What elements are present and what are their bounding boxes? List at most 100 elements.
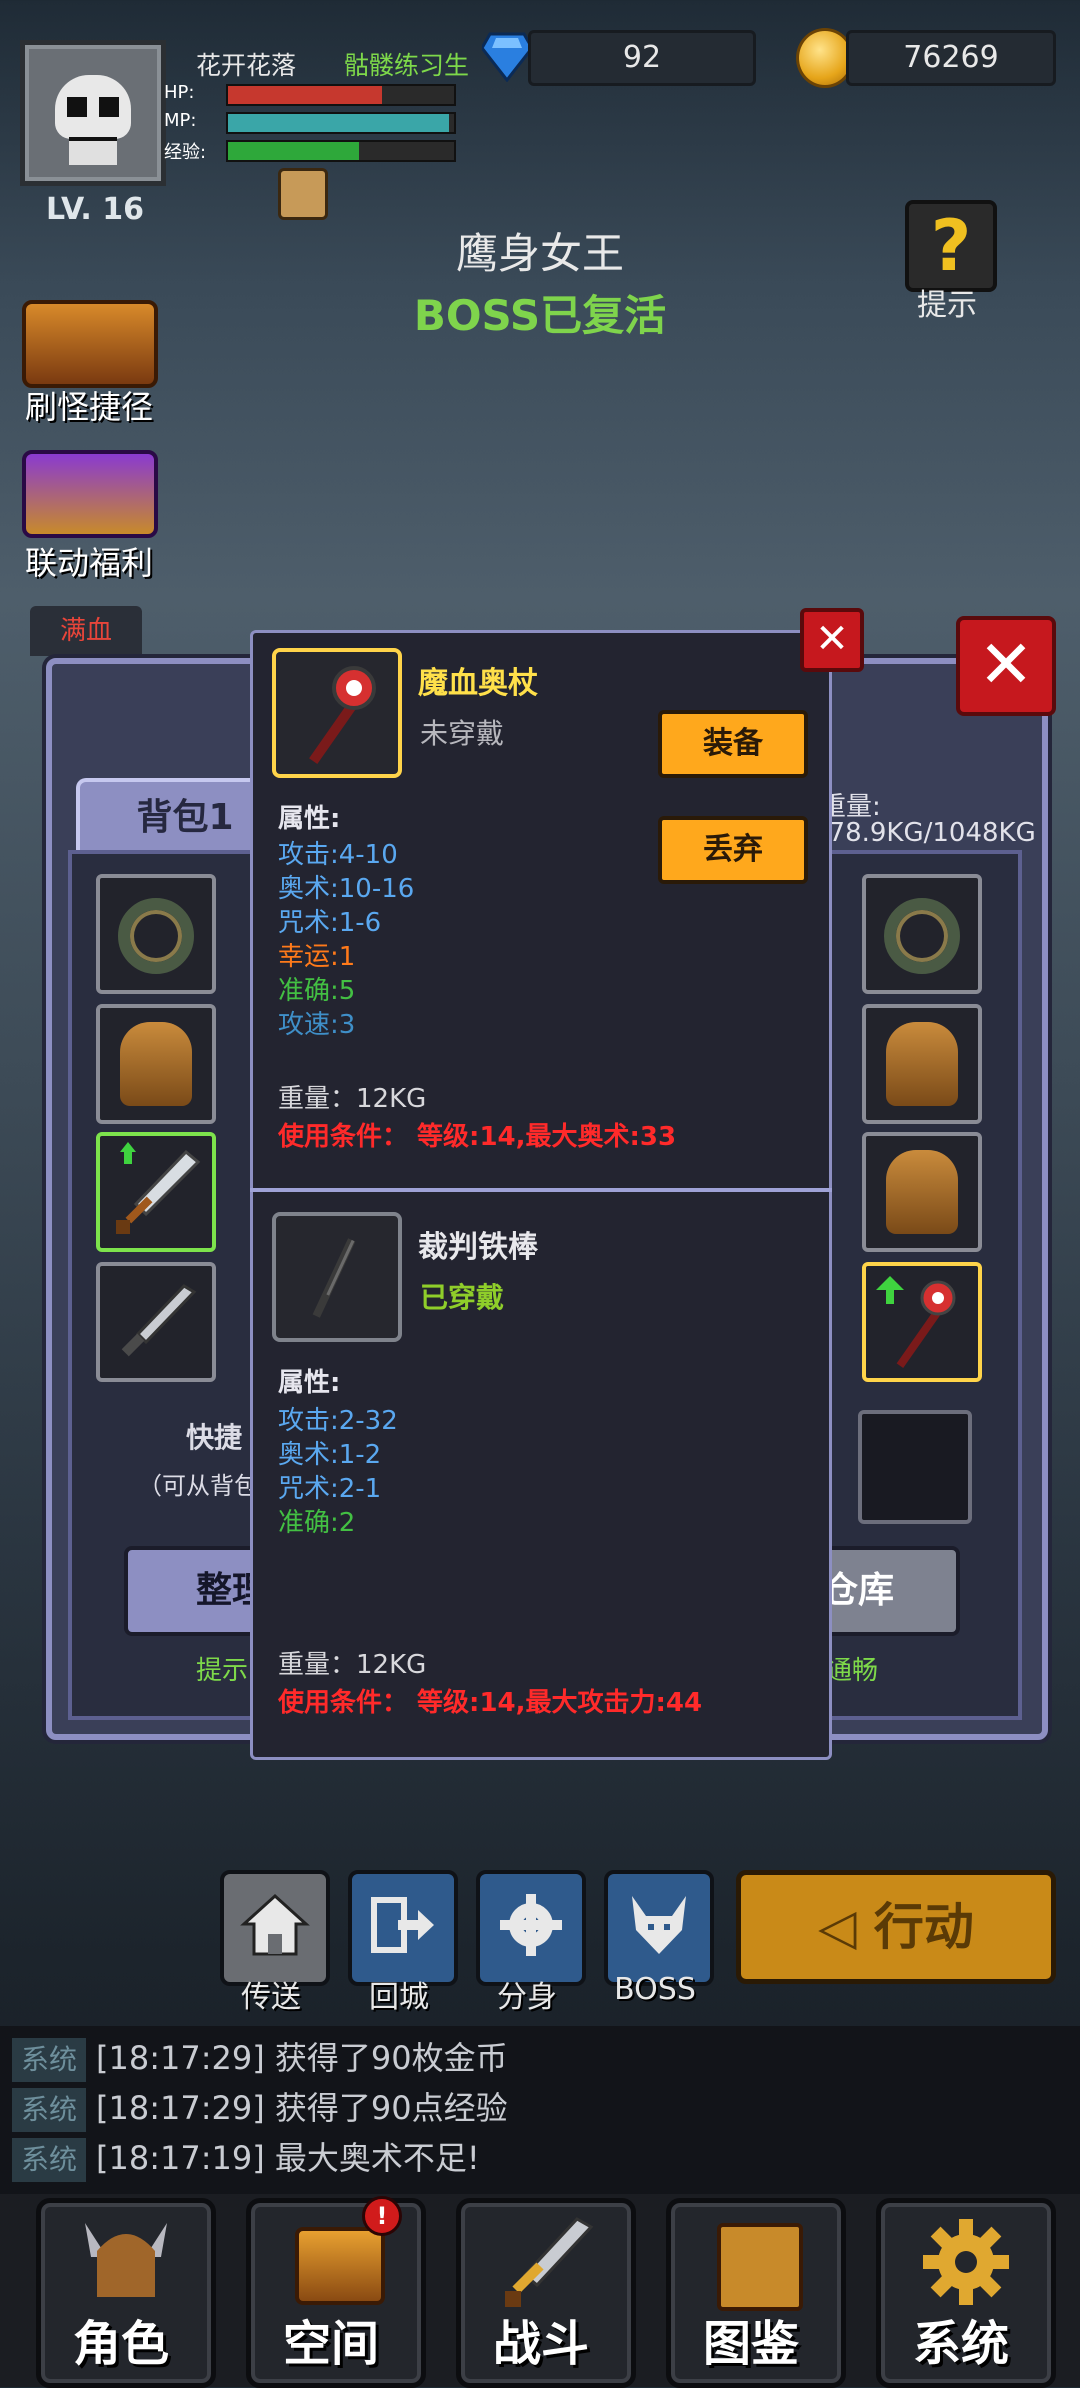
item1-attr: 攻击:4-10 (278, 840, 398, 870)
popup-close-button[interactable]: ✕ (800, 608, 864, 672)
question-icon: ? (930, 205, 972, 287)
bag-slot-sword[interactable] (96, 1132, 216, 1252)
gold-count: 76269 (846, 30, 1056, 86)
mp-label: MP: (164, 110, 197, 131)
item2-attr: 攻击:2-32 (278, 1406, 398, 1436)
item-icon-staff (272, 648, 402, 778)
bag-slot-helmet-2[interactable] (862, 1004, 982, 1124)
storage-button[interactable]: 仓库 (818, 1546, 960, 1636)
demon-head-icon (632, 1896, 686, 1954)
quick-slot-empty[interactable] (858, 1410, 972, 1524)
hint-button[interactable]: ? (905, 200, 997, 292)
boss-name: 鹰身女王 (455, 229, 624, 278)
item2-name: 裁判铁棒 (418, 1230, 538, 1265)
gear-icon (923, 2219, 1009, 2305)
weight-value: 478.9KG/1048KG (812, 818, 1036, 848)
quick-sub-label: （可从背包 (138, 1472, 258, 1500)
log-message: [18:17:19] 最大奥术不足! (96, 2139, 480, 2177)
gem-count: 92 (528, 30, 756, 86)
log-row: 系统 [18:17:29] 获得了90枚金币 (12, 2036, 508, 2082)
log-tag: 系统 (12, 2138, 86, 2182)
gear-icon (500, 1894, 562, 1956)
book-icon (717, 2223, 803, 2311)
treasure-chest-icon[interactable] (22, 300, 158, 388)
return-city-label: 回城 (369, 1980, 429, 2015)
item2-weight: 重量：12KG (278, 1650, 427, 1680)
hp-bar (226, 84, 456, 106)
item1-attr: 奥术:10-16 (278, 874, 415, 904)
nav-battle-label: 战斗 (492, 2316, 589, 2372)
item2-status: 已穿戴 (420, 1281, 505, 1314)
bag-slot-ring-2[interactable] (862, 874, 982, 994)
item2-attr: 准确:2 (278, 1508, 356, 1538)
item2-attr-header: 属性: (278, 1368, 341, 1398)
space-alert-badge: ! (362, 2196, 402, 2236)
item1-requirement: 使用条件： 等级:14,最大奥术:33 (278, 1122, 677, 1152)
item1-weight: 重量：12KG (278, 1084, 427, 1114)
go-label: 行动 (873, 1898, 974, 1956)
item1-name: 魔血奥杖 (418, 666, 538, 701)
teleport-label: 传送 (241, 1980, 301, 2015)
item2-attr: 咒术:2-1 (278, 1474, 382, 1504)
player-level: LV. 16 (46, 192, 144, 227)
popup-divider (250, 1188, 832, 1192)
sword-icon (505, 2217, 594, 2307)
teleport-button[interactable] (220, 1870, 330, 1986)
log-tag: 系统 (12, 2038, 86, 2082)
go-action-button[interactable]: ◁ 行动 (736, 1870, 1056, 1984)
log-message: [18:17:29] 获得了90点经验 (96, 2089, 508, 2127)
bag-slot-helmet[interactable] (96, 1004, 216, 1124)
clone-button[interactable] (476, 1870, 586, 1986)
fist-icon[interactable] (278, 168, 328, 220)
home-icon (240, 1893, 310, 1956)
full-hp-tab[interactable]: 满血 (30, 606, 142, 656)
bag-slot-helmet-3[interactable] (862, 1132, 982, 1252)
exit-icon (371, 1897, 434, 1953)
clone-label: 分身 (497, 1980, 557, 2015)
item2-attr: 奥术:1-2 (278, 1440, 382, 1470)
welfare-label: 联动福利 (24, 544, 153, 582)
close-icon: ✕ (978, 626, 1034, 703)
gift-box-icon[interactable] (22, 450, 158, 538)
mp-bar (226, 112, 456, 134)
nav-space-label: 空间 (282, 2316, 379, 2372)
skull-jaw (69, 137, 117, 165)
item1-attr: 攻速:3 (278, 1010, 356, 1040)
log-tag: 系统 (12, 2088, 86, 2132)
close-icon: ✕ (815, 616, 849, 662)
exp-bar (226, 140, 456, 162)
boss-label: BOSS (614, 1972, 696, 2007)
boss-button[interactable] (604, 1870, 714, 1986)
tip-left-text: 提示 (196, 1656, 249, 1686)
chest-icon (295, 2227, 385, 2305)
exp-label: 经验: (164, 142, 207, 163)
log-row: 系统 [18:17:29] 获得了90点经验 (12, 2086, 508, 2132)
shortcut-label: 刷怪捷径 (24, 388, 153, 426)
item1-attr-header: 属性: (278, 804, 341, 834)
bag-slot-staff[interactable] (862, 1262, 982, 1382)
viking-helmet-icon (85, 2223, 167, 2297)
nav-codex-label: 图鉴 (702, 2316, 799, 2372)
gem-icon (480, 30, 534, 83)
arrow-left-icon: ◁ (818, 1898, 874, 1956)
bag-close-button[interactable]: ✕ (956, 616, 1056, 716)
log-message: [18:17:29] 获得了90枚金币 (96, 2039, 508, 2077)
return-city-button[interactable] (348, 1870, 458, 1986)
hint-label: 提示 (917, 288, 977, 323)
player-title: 骷髅练习生 (344, 51, 470, 80)
hp-label: HP: (164, 82, 195, 103)
log-row: 系统 [18:17:19] 最大奥术不足! (12, 2136, 480, 2182)
item2-requirement: 使用条件： 等级:14,最大攻击力:44 (278, 1688, 703, 1718)
bag-slot-ring[interactable] (96, 874, 216, 994)
nav-system-label: 系统 (912, 2316, 1009, 2372)
item1-status: 未穿戴 (420, 717, 505, 750)
item-icon-iron-rod (272, 1212, 402, 1342)
quick-label: 快捷 (186, 1421, 243, 1454)
discard-button[interactable]: 丢弃 (658, 816, 808, 884)
skull-icon (55, 75, 131, 139)
item1-attr: 咒术:1-6 (278, 908, 382, 938)
equip-button[interactable]: 装备 (658, 710, 808, 778)
player-avatar[interactable] (20, 40, 166, 186)
bag-slot-dagger[interactable] (96, 1262, 216, 1382)
item1-attr: 幸运:1 (278, 942, 356, 972)
